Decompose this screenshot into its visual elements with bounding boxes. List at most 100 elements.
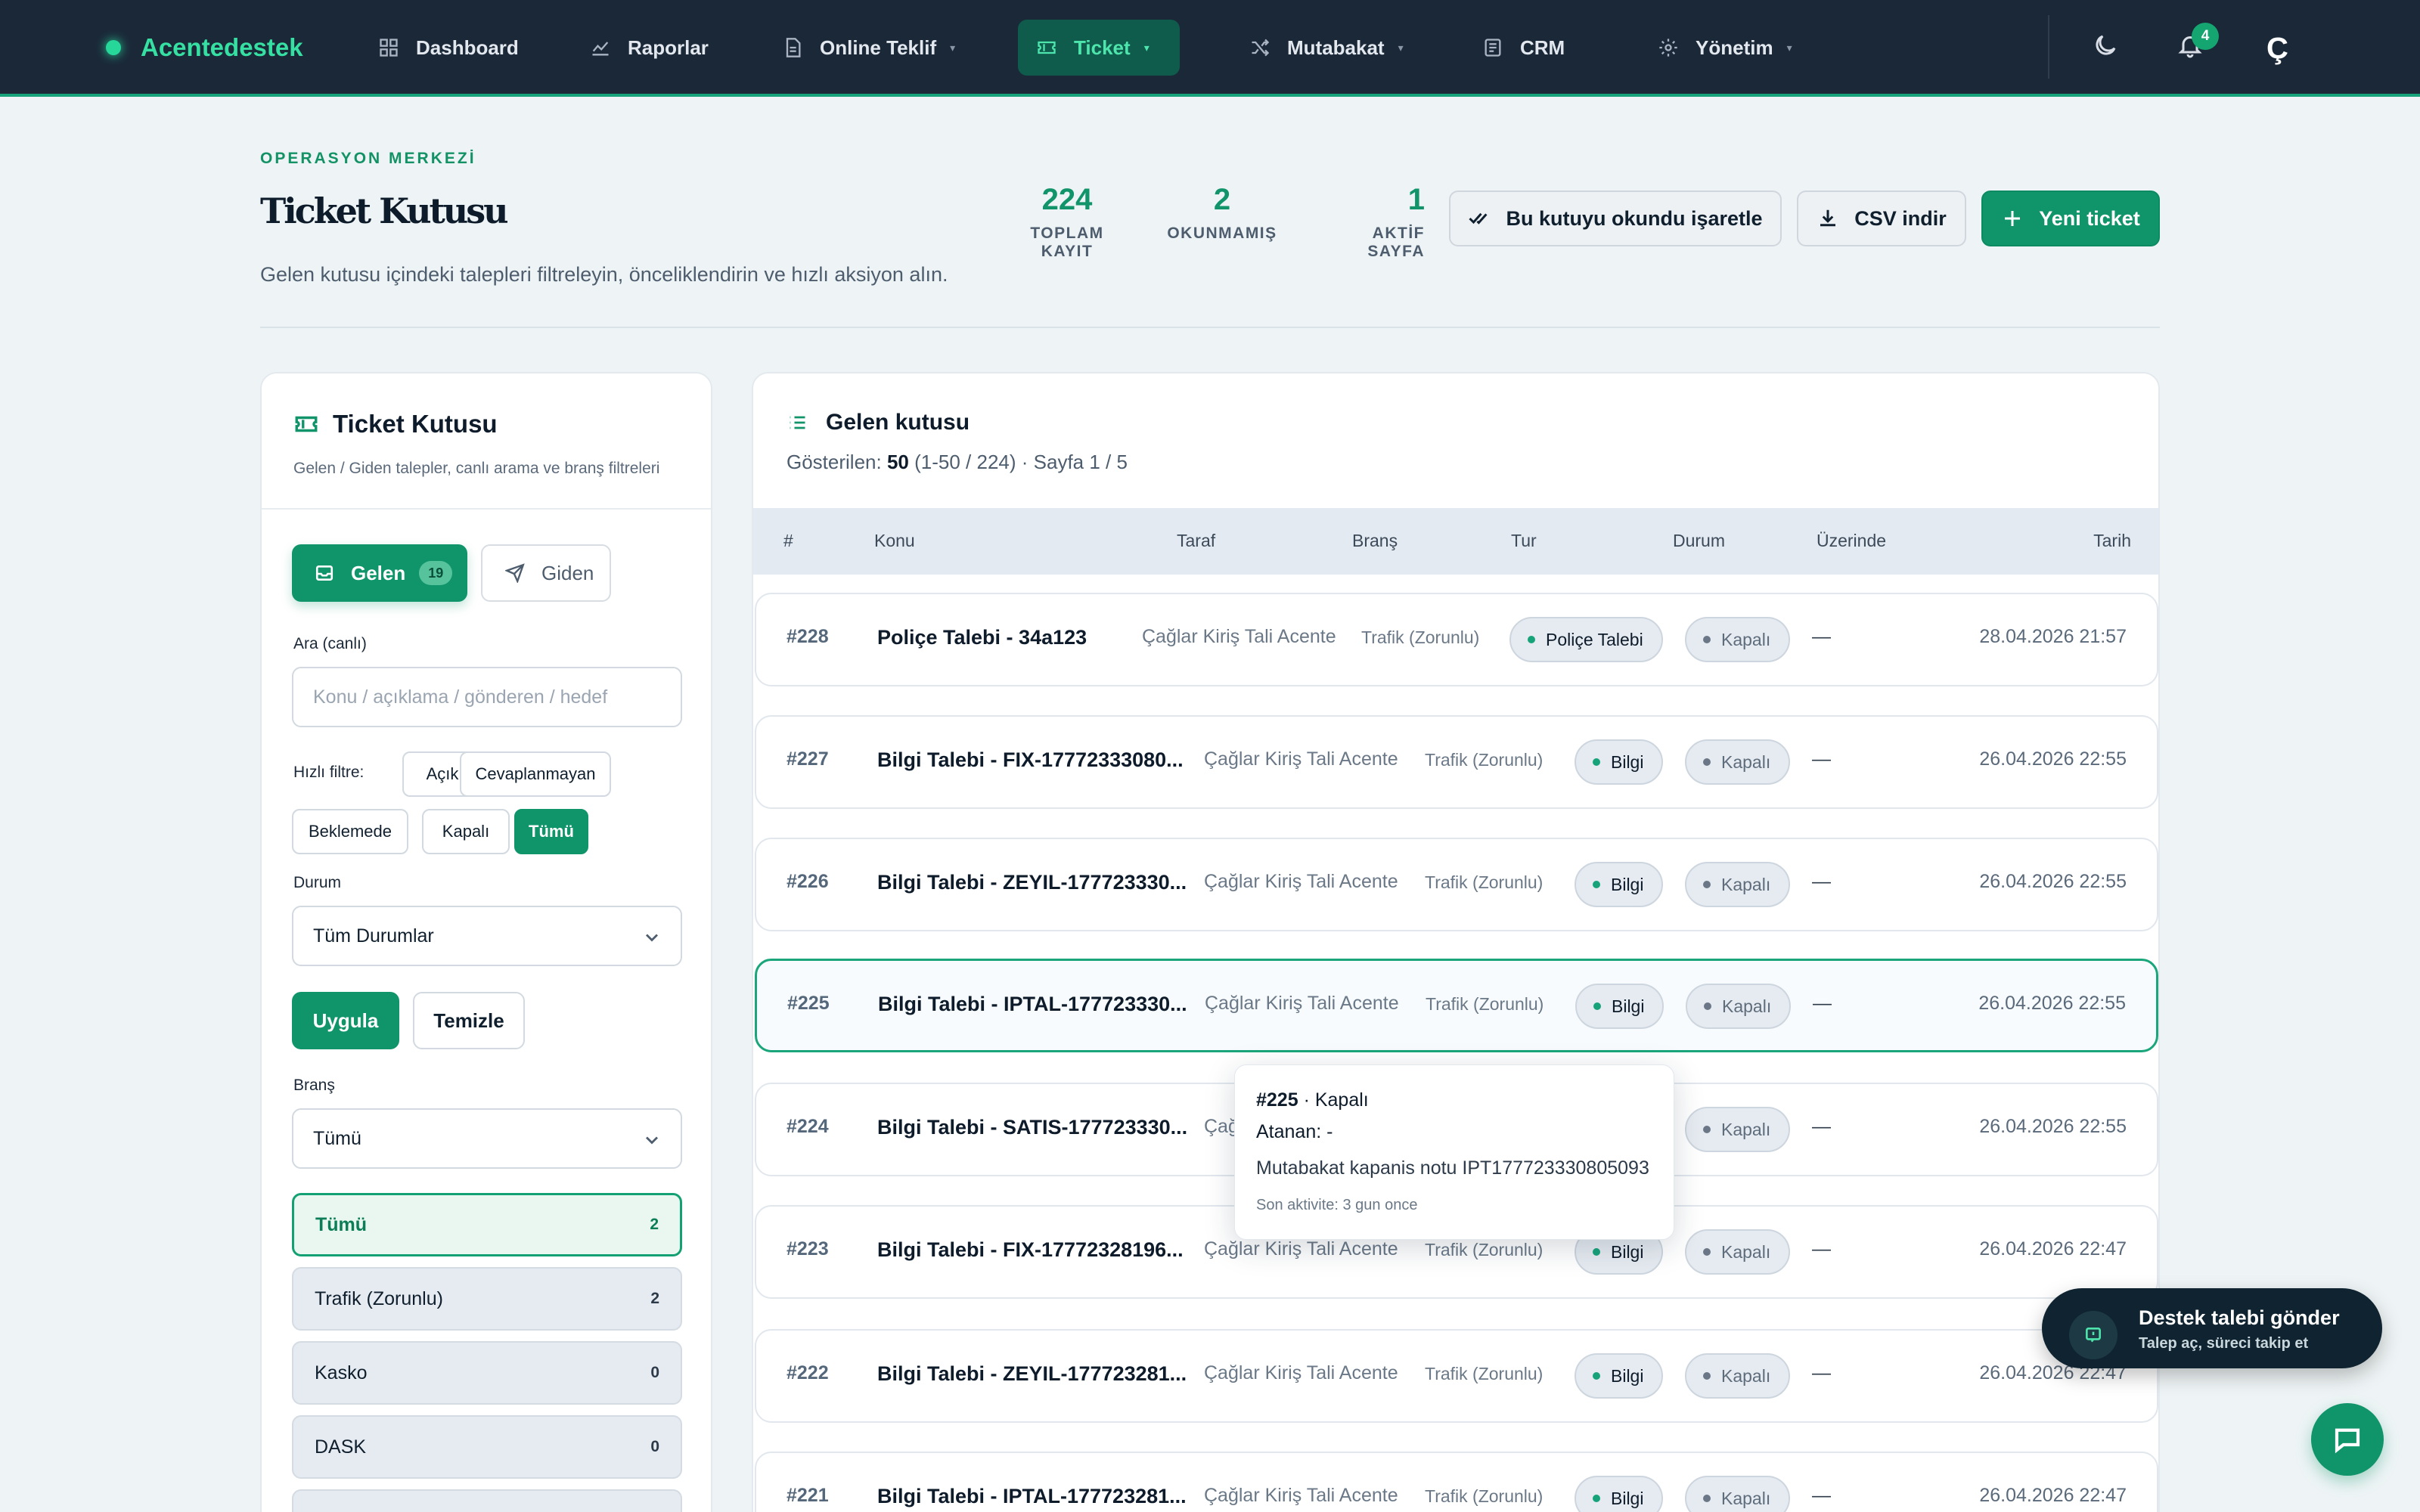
branch-item-name: Tümü	[315, 1213, 368, 1235]
chevron-down-icon: ▾	[1143, 41, 1150, 54]
ticket-branch: Trafik (Zorunlu)	[1425, 872, 1544, 892]
chevron-down-icon: ▾	[1786, 41, 1792, 54]
quick-filter-beklemede[interactable]: Beklemede	[292, 809, 408, 854]
apply-button[interactable]: Uygula	[292, 992, 399, 1049]
table-row[interactable]: #228 Poliçe Talebi - 34a123 Çağlar Kiriş…	[755, 593, 2158, 686]
header-divider	[260, 327, 2160, 328]
csv-download-button[interactable]: CSV indir	[1797, 191, 1966, 246]
branch-item-tumu[interactable]: Tümü 2	[292, 1193, 682, 1256]
ticket-subject[interactable]: Bilgi Talebi - IPTAL-177723330...	[878, 993, 1187, 1016]
branch-item-dask[interactable]: DASK 0	[292, 1415, 682, 1479]
nav-item-mutabakat[interactable]: Mutabakat ▾	[1231, 20, 1422, 76]
shuffle-icon	[1252, 39, 1270, 57]
brand-logo[interactable]: Acentedestek	[106, 33, 303, 62]
ticket-subject[interactable]: Bilgi Talebi - ZEYIL-177723281...	[877, 1362, 1187, 1386]
column-header-status[interactable]: Durum	[1673, 531, 1725, 551]
tab-outgoing[interactable]: Giden	[481, 544, 611, 602]
support-icon-wrap	[2069, 1311, 2118, 1359]
ticket-id: #228	[786, 626, 829, 647]
stat-label: OKUNMAMIŞ	[1167, 225, 1277, 242]
ticket-status-badge: Kapalı	[1685, 739, 1791, 785]
ticket-type-text: Bilgi	[1611, 1488, 1644, 1508]
tab-count-badge: 19	[419, 561, 453, 585]
user-avatar[interactable]: Ç	[2266, 32, 2288, 66]
chat-button[interactable]	[2311, 1403, 2384, 1476]
quick-filter-cevaplanmayan[interactable]: Cevaplanmayan	[460, 751, 611, 797]
list-icon	[790, 416, 805, 429]
ticket-party: Çağlar Kiriş Tali Acente	[1142, 626, 1336, 647]
table-row[interactable]: #226 Bilgi Talebi - ZEYIL-177723330... Ç…	[755, 838, 2158, 931]
nav-item-label: Raporlar	[628, 36, 709, 59]
quick-filter-kapali[interactable]: Kapalı	[422, 809, 510, 854]
table-row[interactable]: #225 Bilgi Talebi - IPTAL-177723330... Ç…	[755, 959, 2158, 1052]
branch-item-count: 2	[650, 1290, 659, 1307]
nav-item-crm[interactable]: CRM	[1464, 20, 1583, 76]
status-dot-icon	[1703, 758, 1711, 766]
nav-item-online-teklif[interactable]: Online Teklif ▾	[764, 20, 973, 76]
ticket-subject[interactable]: Bilgi Talebi - FIX-17772333080...	[877, 748, 1184, 772]
ticket-branch: Trafik (Zorunlu)	[1425, 1240, 1544, 1259]
branch-item-more[interactable]	[292, 1489, 682, 1512]
tooltip-assignee: Atanan: -	[1256, 1121, 1333, 1142]
clear-button[interactable]: Temizle	[413, 992, 525, 1049]
row-tooltip: #225 · Kapalı Atanan: - Mutabakat kapani…	[1234, 1064, 1674, 1240]
chevron-down-icon: ▾	[950, 41, 956, 54]
ticket-type-badge: Bilgi	[1575, 862, 1664, 907]
chevron-down-icon: ▾	[1398, 41, 1404, 54]
ticket-date: 26.04.2026 22:55	[1979, 748, 2127, 770]
ticket-type-badge: Bilgi	[1575, 1476, 1664, 1512]
nav-item-raporlar[interactable]: Raporlar	[572, 20, 727, 76]
theme-toggle-button[interactable]	[2092, 32, 2122, 62]
column-header-owner[interactable]: Üzerinde	[1817, 531, 1886, 551]
page-description: Gelen kutusu içindeki talepleri filtrele…	[260, 263, 948, 286]
document-icon	[786, 38, 801, 57]
table-row[interactable]: #227 Bilgi Talebi - FIX-17772333080... Ç…	[755, 715, 2158, 809]
nav-item-label: Dashboard	[416, 36, 519, 59]
ticket-subject[interactable]: Bilgi Talebi - IPTAL-177723281...	[877, 1485, 1187, 1508]
status-dot-icon	[1703, 1126, 1711, 1133]
ticket-subject[interactable]: Bilgi Talebi - SATIS-177723330...	[877, 1116, 1187, 1139]
quick-filter-tumu[interactable]: Tümü	[514, 809, 588, 854]
column-header-date[interactable]: Tarih	[2093, 531, 2131, 551]
page-eyebrow: OPERASYON MERKEZİ	[260, 150, 476, 167]
status-dot-icon	[1703, 1372, 1711, 1380]
ticket-subject[interactable]: Bilgi Talebi - FIX-17772328196...	[877, 1238, 1184, 1262]
nav-item-ticket[interactable]: Ticket ▾	[1018, 20, 1180, 76]
branch-item-kasko[interactable]: Kasko 0	[292, 1341, 682, 1405]
status-dot-icon	[1703, 1495, 1711, 1502]
ticket-type-text: Bilgi	[1611, 1241, 1644, 1262]
table-row[interactable]: #222 Bilgi Talebi - ZEYIL-177723281... Ç…	[755, 1329, 2158, 1423]
chat-bubble-icon	[2335, 1428, 2360, 1454]
ticket-date: 26.04.2026 22:47	[1979, 1238, 2127, 1259]
stat-active-page: 1 AKTİF SAYFA	[1311, 183, 1425, 261]
table-row[interactable]: #221 Bilgi Talebi - IPTAL-177723281... Ç…	[755, 1452, 2158, 1512]
inbox-icon	[315, 565, 334, 581]
column-header-subject[interactable]: Konu	[874, 531, 915, 551]
ticket-type-badge: Poliçe Talebi	[1509, 617, 1663, 662]
type-dot-icon	[1593, 1372, 1600, 1380]
ticket-subject[interactable]: Poliçe Talebi - 34a123	[877, 626, 1087, 649]
column-header-id: #	[783, 531, 793, 550]
tooltip-note: Mutabakat kapanis notu IPT17772333080509…	[1256, 1157, 1649, 1179]
mark-read-button[interactable]: Bu kutuyu okundu işaretle	[1449, 191, 1782, 246]
ticket-status-text: Kapalı	[1721, 751, 1771, 772]
ticket-type-text: Bilgi	[1611, 874, 1644, 894]
new-ticket-button[interactable]: Yeni ticket	[1981, 191, 2160, 246]
button-label: Bu kutuyu okundu işaretle	[1506, 206, 1763, 230]
ticket-party: Çağlar Kiriş Tali Acente	[1205, 993, 1399, 1014]
tab-incoming[interactable]: Gelen 19	[292, 544, 467, 602]
nav-item-yonetim[interactable]: Yönetim ▾	[1640, 20, 1810, 76]
column-header-branch[interactable]: Branş	[1352, 531, 1398, 551]
ticket-subject[interactable]: Bilgi Talebi - ZEYIL-177723330...	[877, 871, 1187, 894]
message-square-icon	[2086, 1328, 2101, 1343]
branch-item-trafik[interactable]: Trafik (Zorunlu) 2	[292, 1267, 682, 1331]
ticket-status-text: Kapalı	[1722, 996, 1772, 1016]
search-input[interactable]: Konu / açıklama / gönderen / hedef	[292, 667, 682, 727]
status-select[interactable]: Tüm Durumlar	[292, 906, 682, 966]
support-request-button[interactable]: Destek talebi gönder Talep aç, süreci ta…	[2042, 1288, 2382, 1368]
column-header-type[interactable]: Tur	[1511, 531, 1537, 551]
column-header-party[interactable]: Taraf	[1177, 531, 1215, 551]
branch-select[interactable]: Tümü	[292, 1108, 682, 1169]
nav-item-dashboard[interactable]: Dashboard	[360, 20, 537, 76]
ticket-id: #224	[786, 1116, 829, 1137]
